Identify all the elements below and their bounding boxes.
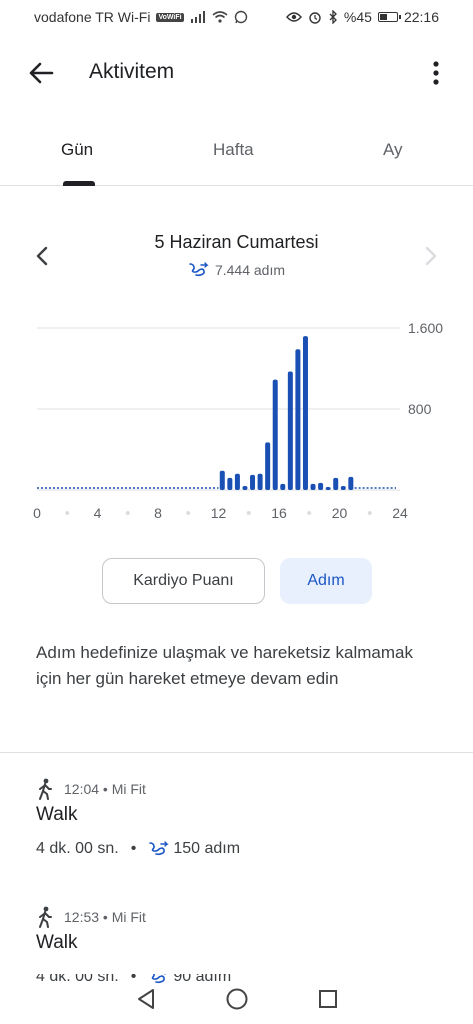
list-clip — [0, 960, 473, 974]
steps-chip[interactable]: Adım — [280, 558, 372, 604]
y-tick-label: 1.600 — [408, 320, 443, 336]
bar — [227, 477, 233, 490]
bar — [318, 482, 324, 490]
walk-icon — [39, 778, 52, 800]
back-button[interactable] — [24, 56, 58, 90]
x-tick-label: 0 — [33, 505, 41, 521]
tab-day[interactable]: Gün — [61, 140, 93, 160]
bar — [242, 485, 248, 490]
date-navigator: 5 Haziran Cumartesi 7.444 adım — [0, 228, 473, 288]
steps-bar-chart: 1.600 800 0 4 8 12 16 20 24 — [33, 320, 443, 521]
separator-dot: • — [130, 840, 137, 857]
bar — [272, 379, 278, 490]
activity-steps-text: 150 adım — [173, 840, 241, 857]
activity-name: Walk — [36, 932, 78, 953]
divider — [0, 752, 473, 753]
bar — [348, 476, 354, 490]
alarm-icon — [309, 12, 321, 24]
bar — [250, 474, 256, 490]
page-title: Aktivitem — [89, 60, 175, 83]
x-tick-label: 8 — [154, 505, 162, 521]
x-tick-label: 12 — [211, 505, 227, 521]
steps-icon — [189, 262, 209, 277]
nav-recents-button[interactable] — [313, 984, 343, 1014]
metric-toggle: Kardiyo Puanı Adım — [0, 558, 473, 606]
bar — [302, 336, 308, 490]
activity-meta: 12:53 • Mi Fit — [36, 906, 146, 928]
bar — [325, 486, 331, 490]
tab-week[interactable]: Hafta — [213, 140, 254, 160]
x-tick-dot — [186, 511, 191, 515]
motivation-message: Adım hedefinize ulaşmak ve hareketsiz ka… — [36, 643, 413, 688]
activity-steps: 150 adım — [148, 840, 240, 858]
status-right: %45 22:16 — [285, 9, 439, 25]
eye-icon — [285, 12, 302, 22]
step-summary-text: 7.444 adım — [214, 262, 286, 278]
step-summary: 7.444 adım — [0, 262, 473, 278]
nav-home-button[interactable] — [222, 984, 252, 1014]
app-bar: Aktivitem — [0, 42, 473, 104]
next-day-button — [417, 242, 445, 270]
bluetooth-icon — [329, 10, 337, 24]
x-tick-label: 4 — [94, 505, 102, 521]
arrow-back-icon — [29, 62, 54, 84]
nav-back-button[interactable] — [131, 984, 161, 1014]
square-recents-icon — [318, 990, 337, 1008]
chevron-right-icon — [425, 246, 437, 266]
x-tick-dot — [246, 511, 251, 515]
bar — [280, 483, 286, 490]
bar — [234, 473, 240, 490]
x-tick-dot — [307, 511, 312, 515]
battery-percent: %45 — [343, 9, 372, 25]
battery-icon — [377, 12, 401, 22]
steps-chart: 1.600 800 0 4 8 12 16 20 24 — [0, 312, 473, 524]
walk-icon — [39, 906, 52, 928]
triangle-back-icon — [137, 989, 154, 1009]
system-nav-bar — [0, 974, 473, 1024]
period-tabs: Gün Hafta Ay — [0, 128, 473, 186]
bar — [310, 483, 316, 490]
tab-indicator — [63, 181, 95, 186]
bar — [219, 470, 225, 490]
vowifi-badge: VoWiFi — [156, 12, 184, 22]
more-options-button[interactable] — [419, 56, 453, 90]
circle-home-icon — [226, 988, 247, 1010]
activity-time-source: 12:04 • Mi Fit — [64, 781, 146, 797]
date-title: 5 Haziran Cumartesi — [154, 232, 319, 252]
bar — [333, 477, 339, 490]
x-tick-dot — [125, 511, 130, 515]
activity-item[interactable]: 12:04 • Mi Fit Walk 4 dk. 00 sn. • 150 a… — [0, 778, 473, 878]
x-tick-label: 16 — [271, 505, 287, 521]
bar — [257, 473, 263, 490]
activity-name: Walk — [36, 804, 78, 825]
y-tick-label: 800 — [408, 401, 432, 417]
activity-details: 4 dk. 00 sn. • 150 adım — [36, 840, 240, 858]
x-tick-label: 20 — [332, 505, 348, 521]
activity-meta: 12:04 • Mi Fit — [36, 778, 146, 800]
x-tick-label: 24 — [392, 505, 408, 521]
tab-month[interactable]: Ay — [383, 140, 403, 160]
status-left: vodafone TR Wi-Fi VoWiFi — [34, 9, 248, 25]
more-vert-icon — [433, 61, 439, 85]
bar — [295, 349, 301, 490]
cardio-points-chip[interactable]: Kardiyo Puanı — [102, 558, 265, 604]
signal-icon — [190, 11, 205, 23]
bar — [287, 371, 293, 490]
steps-icon — [149, 841, 170, 856]
bar — [265, 442, 271, 490]
carrier-label: vodafone TR Wi-Fi — [34, 9, 151, 25]
status-bar: vodafone TR Wi-Fi VoWiFi %45 22:16 — [0, 0, 473, 34]
activity-time-source: 12:53 • Mi Fit — [64, 909, 146, 925]
x-tick-dot — [367, 511, 372, 515]
whatsapp-icon — [234, 10, 247, 24]
x-tick-dot — [65, 511, 70, 515]
bar — [340, 485, 346, 490]
activity-duration: 4 dk. 00 sn. — [36, 840, 119, 857]
clock: 22:16 — [403, 9, 439, 25]
wifi-icon — [212, 11, 228, 23]
